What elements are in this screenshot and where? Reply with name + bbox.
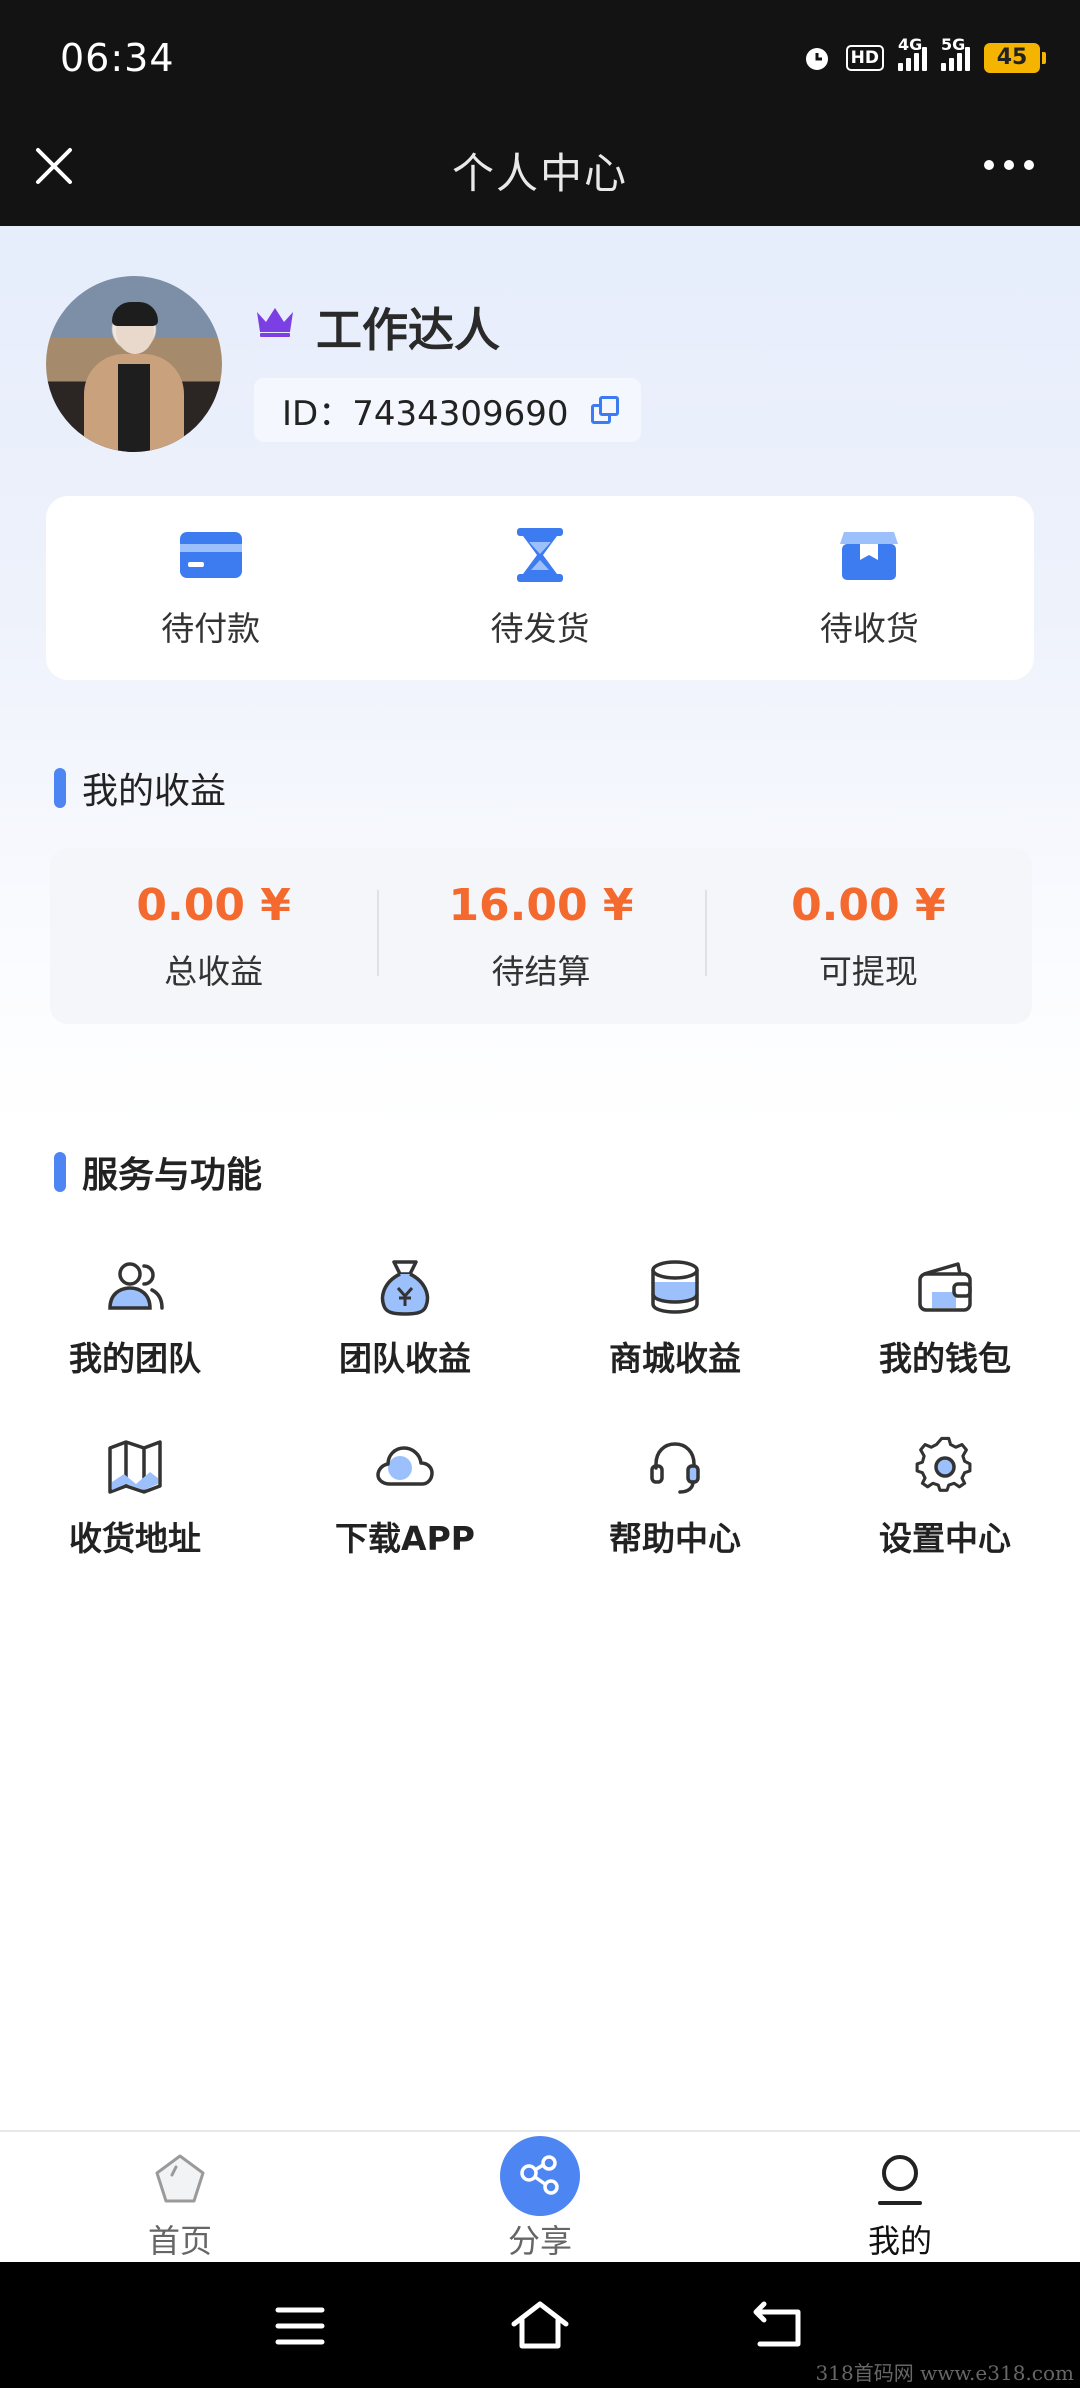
status-bar: 06:34 HD 4G 5G 45	[0, 0, 1080, 118]
service-shipping-address[interactable]: 收货地址	[0, 1436, 270, 1560]
map-icon	[108, 1440, 162, 1494]
hourglass-icon	[516, 528, 563, 582]
nav-share[interactable]: 分享	[360, 2132, 720, 2262]
services-section-title: 服务与功能	[54, 1146, 262, 1198]
share-button[interactable]	[500, 2136, 580, 2216]
service-mall-earnings[interactable]: 商城收益	[540, 1256, 810, 1380]
more-icon[interactable]	[984, 160, 1034, 170]
menu-icon[interactable]	[270, 2298, 330, 2354]
crown-icon	[257, 308, 293, 337]
user-id-box: ID：7434309690	[254, 378, 641, 442]
order-status-card: 待付款 待发货 待收货	[46, 496, 1034, 680]
signal-5g-icon: 5G	[941, 35, 970, 71]
service-settings-center[interactable]: 设置中心	[810, 1436, 1080, 1560]
back-icon[interactable]	[750, 2298, 810, 2354]
order-pending-shipment[interactable]: 待发货	[375, 496, 704, 680]
system-nav-bar: 318首码网 www.e318.com	[0, 2262, 1080, 2388]
earning-total[interactable]: 0.00 ¥ 总收益	[50, 880, 377, 993]
card-icon	[179, 532, 242, 578]
bottom-nav: 首页 分享 我的	[0, 2130, 1080, 2262]
service-my-team[interactable]: 我的团队	[0, 1256, 270, 1380]
share-icon	[520, 2155, 559, 2195]
section-accent-bar	[54, 1152, 66, 1192]
signal-4g-icon: 4G	[898, 35, 927, 71]
order-pending-payment[interactable]: 待付款	[46, 496, 375, 680]
avatar[interactable]	[46, 276, 222, 452]
page-title: 个人中心	[451, 149, 628, 198]
service-team-earnings[interactable]: 团队收益	[270, 1256, 540, 1380]
earning-pending[interactable]: 16.00 ¥ 待结算	[377, 880, 704, 993]
status-time: 06:34	[60, 36, 175, 80]
copy-icon[interactable]	[590, 396, 619, 424]
service-my-wallet[interactable]: 我的钱包	[810, 1256, 1080, 1380]
profile-header: 工作达人 ID：7434309690	[46, 276, 1046, 456]
service-help-center[interactable]: 帮助中心	[540, 1436, 810, 1560]
status-icons: HD 4G 5G 45	[802, 35, 1046, 78]
user-icon	[878, 2155, 922, 2205]
earning-value: 0.00 ¥	[136, 879, 291, 931]
top-bar: 个人中心	[0, 118, 1080, 226]
nav-home[interactable]: 首页	[0, 2132, 360, 2262]
wallet-icon	[918, 1262, 972, 1312]
earnings-section-title: 我的收益	[54, 762, 226, 814]
coins-icon	[651, 1260, 699, 1314]
earning-value: 0.00 ¥	[791, 879, 946, 931]
services-grid: 我的团队 团队收益 商城收益 我的钱包 收货地址 下载APP 帮助中心 设置中心	[0, 1256, 1080, 1560]
gear-icon	[915, 1436, 972, 1492]
watermark: 318首码网 www.e318.com	[815, 2361, 1074, 2385]
order-pending-receipt[interactable]: 待收货	[705, 496, 1034, 680]
user-id: ID：7434309690	[282, 393, 569, 434]
earning-label: 可提现	[818, 951, 918, 991]
battery-icon: 45	[984, 43, 1046, 73]
home-pentagon-icon	[155, 2154, 205, 2203]
box-icon	[840, 532, 899, 580]
earnings-card: 0.00 ¥ 总收益 16.00 ¥ 待结算 0.00 ¥ 可提现	[50, 848, 1032, 1024]
section-accent-bar	[54, 768, 66, 808]
earning-label: 待结算	[491, 951, 591, 991]
team-icon	[108, 1262, 164, 1310]
earning-value: 16.00 ¥	[448, 879, 634, 931]
earning-label: 总收益	[164, 951, 264, 991]
service-download-app[interactable]: 下载APP	[270, 1436, 540, 1560]
nav-mine[interactable]: 我的	[720, 2132, 1080, 2262]
cloud-icon	[376, 1446, 434, 1486]
money-bag-icon	[380, 1260, 430, 1316]
hd-icon: HD	[845, 45, 884, 71]
home-icon[interactable]	[510, 2298, 570, 2354]
alarm-icon	[805, 48, 828, 70]
main-content: 工作达人 ID：7434309690 待付款 待发货 待收货 我的收益 0.00…	[0, 226, 1080, 2130]
username: 工作达人	[316, 303, 500, 357]
earning-withdrawable[interactable]: 0.00 ¥ 可提现	[704, 879, 1032, 993]
headset-icon	[650, 1442, 700, 1494]
